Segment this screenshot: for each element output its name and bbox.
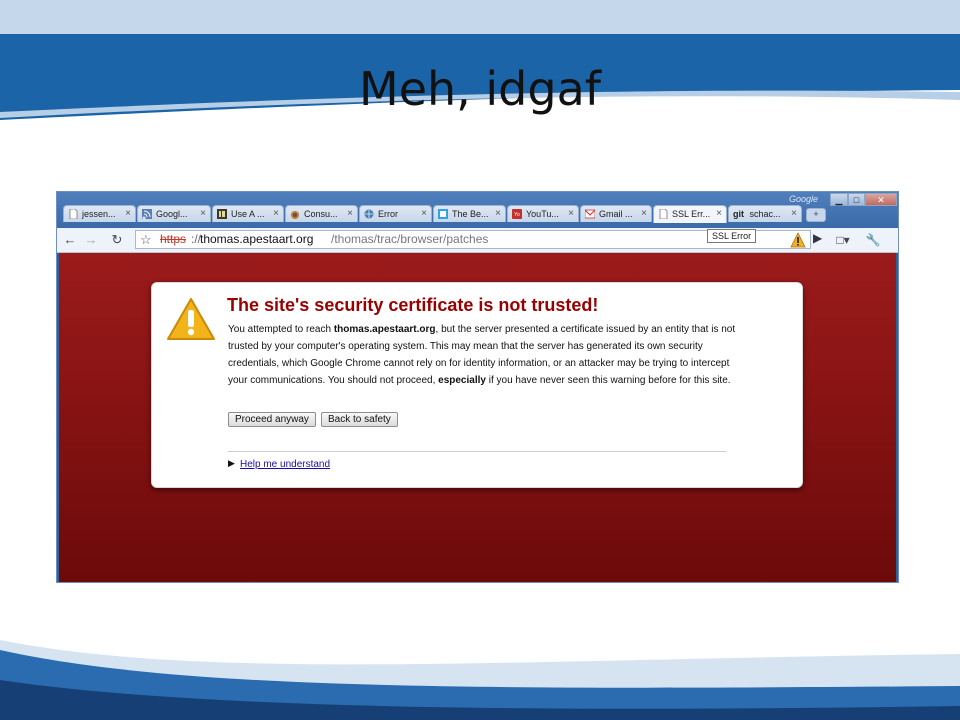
error-emphasis: especially <box>438 375 486 386</box>
error-text: if you have never seen this warning befo… <box>485 375 731 386</box>
tab-gmail[interactable]: Gmail ... × <box>580 205 652 222</box>
gmail-icon <box>585 209 595 219</box>
google-label: Google <box>788 194 818 204</box>
tab-label: The Be... <box>452 209 489 219</box>
tab-use-a[interactable]: Use A ... × <box>212 205 284 222</box>
go-arrow-icon[interactable]: ▶ <box>813 231 822 245</box>
tab-strip: jessen... × Googl... × Use A ... × Consu… <box>63 205 893 223</box>
tab-label: Googl... <box>156 209 188 219</box>
divider <box>228 451 726 452</box>
tab-git-schac[interactable]: git schac... × <box>728 205 802 222</box>
tab-close-icon[interactable]: × <box>421 206 427 222</box>
tab-youtube[interactable]: Yo YouTu... × <box>507 205 579 222</box>
ssl-error-tooltip: SSL Error <box>707 229 757 243</box>
error-text: You attempted to reach <box>228 324 334 335</box>
error-heading: The site's security certificate is not t… <box>227 295 599 315</box>
proceed-anyway-button[interactable]: Proceed anyway <box>228 412 316 427</box>
tab-label: Error <box>378 209 398 219</box>
tab-close-icon[interactable]: × <box>568 206 574 222</box>
wrench-icon[interactable]: 🔧▾ <box>864 231 882 265</box>
tab-close-icon[interactable]: × <box>716 206 722 222</box>
site-icon <box>438 209 448 219</box>
fire-icon <box>291 211 299 219</box>
tab-close-icon[interactable]: × <box>791 206 797 222</box>
tab-label: SSL Err... <box>672 209 711 219</box>
tab-label: Consu... <box>304 209 338 219</box>
browser-toolbar: ← → ↻ ☆ https :// thomas.apestaart.org /… <box>57 228 898 265</box>
back-arrow-icon[interactable]: ← <box>61 231 79 249</box>
browser-window: Google ▁ □ ✕ jessen... × Googl... × Use … <box>56 191 899 583</box>
url-host: thomas.apestaart.org <box>200 232 314 246</box>
tab-label: Gmail ... <box>599 209 633 219</box>
reload-icon[interactable]: ↻ <box>108 231 126 249</box>
tab-consu[interactable]: Consu... × <box>285 205 358 222</box>
git-icon: git <box>733 209 744 219</box>
window-titlebar: Google ▁ □ ✕ jessen... × Googl... × Use … <box>57 192 898 228</box>
tab-ssl-error[interactable]: SSL Err... × <box>653 205 727 223</box>
tab-label: jessen... <box>82 209 116 219</box>
forward-arrow-icon[interactable]: → <box>82 231 100 249</box>
globe-icon <box>364 209 374 219</box>
page-menu-icon[interactable]: □▾ <box>834 231 852 249</box>
warning-icon[interactable] <box>790 232 806 248</box>
site-icon <box>217 209 227 219</box>
feed-icon <box>142 209 152 219</box>
error-page: The site's security certificate is not t… <box>59 253 896 582</box>
tab-close-icon[interactable]: × <box>200 206 206 222</box>
bookmark-star-icon[interactable]: ☆ <box>140 231 152 248</box>
youtube-icon: Yo <box>512 209 522 219</box>
tab-label: YouTu... <box>526 209 559 219</box>
url-path: /thomas/trac/browser/patches <box>331 232 489 246</box>
url-scheme: https <box>160 232 187 246</box>
svg-text:Yo: Yo <box>514 212 520 218</box>
error-host: thomas.apestaart.org <box>333 324 436 335</box>
error-card: The site's security certificate is not t… <box>151 282 803 488</box>
tab-close-icon[interactable]: × <box>495 206 501 222</box>
page-icon <box>659 209 668 219</box>
tab-close-icon[interactable]: × <box>641 206 647 222</box>
back-to-safety-button[interactable]: Back to safety <box>321 412 398 427</box>
tab-error[interactable]: Error × <box>359 205 432 222</box>
error-description: You attempted to reach thomas.apestaart.… <box>228 321 738 389</box>
page-icon <box>69 209 78 219</box>
tab-jessen[interactable]: jessen... × <box>63 205 136 222</box>
expand-triangle-icon[interactable]: ▶ <box>228 458 235 469</box>
tab-close-icon[interactable]: × <box>347 206 353 222</box>
tab-the-be[interactable]: The Be... × <box>433 205 506 222</box>
tab-close-icon[interactable]: × <box>125 206 131 222</box>
warning-icon <box>167 298 215 340</box>
help-me-understand-link[interactable]: Help me understand <box>240 459 330 470</box>
new-tab-button[interactable]: + <box>806 208 826 222</box>
tab-label: Use A ... <box>231 209 265 219</box>
slide-title: Meh, idgaf <box>359 62 601 116</box>
tab-label: schac... <box>749 209 781 219</box>
tab-google-reader[interactable]: Googl... × <box>137 205 211 222</box>
tab-close-icon[interactable]: × <box>273 206 279 222</box>
